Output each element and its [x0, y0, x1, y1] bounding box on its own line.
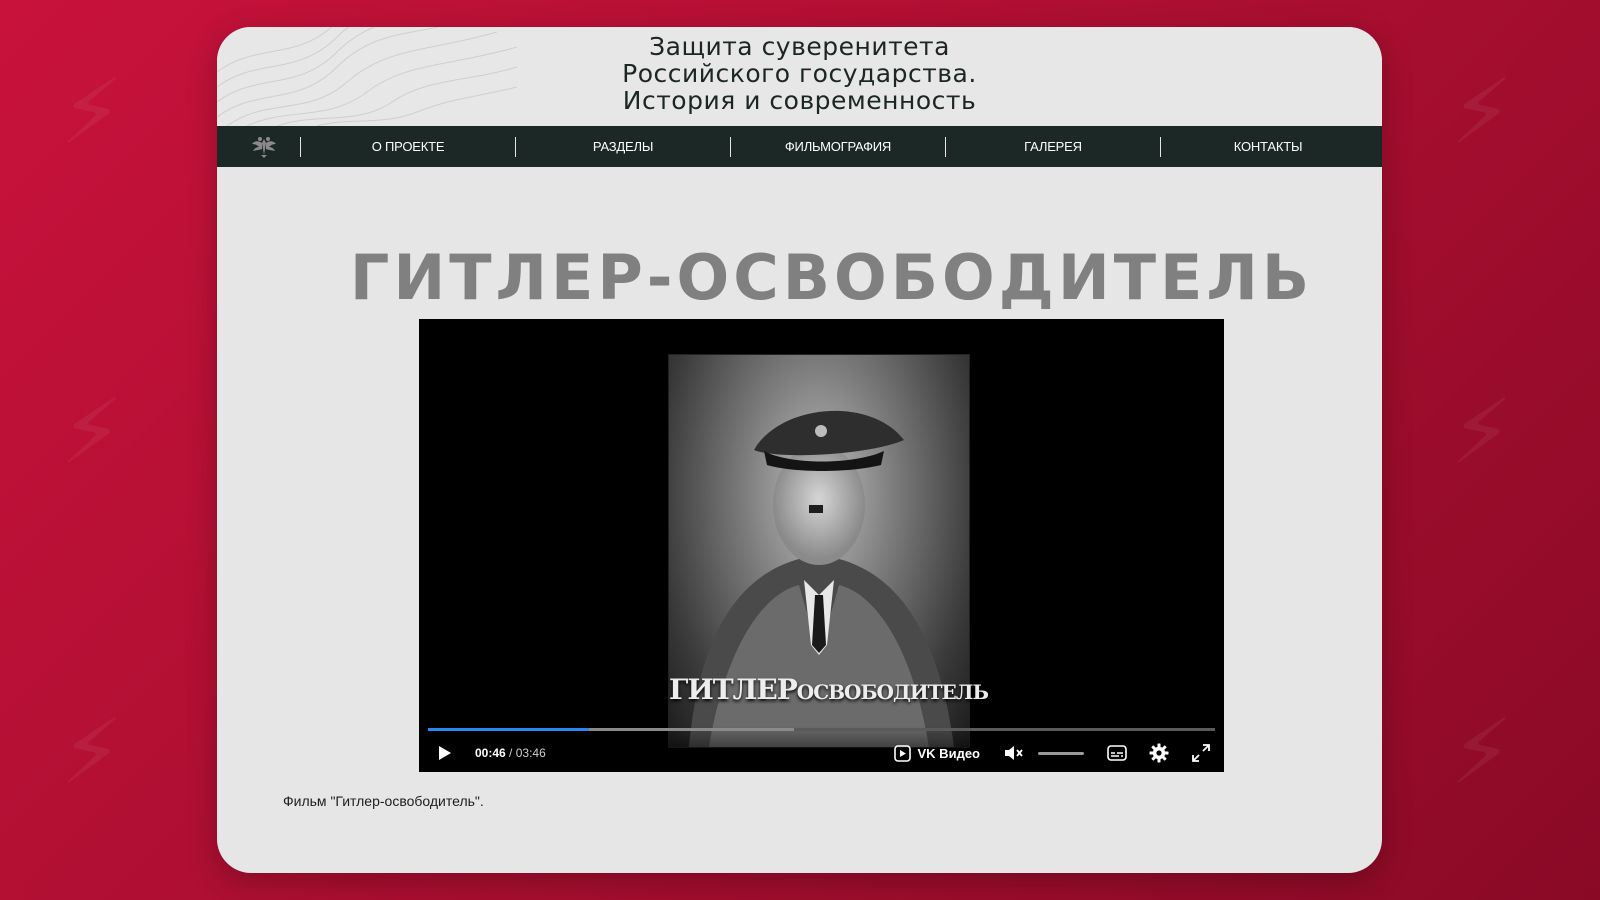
poster-title-small: ОСВОБОДИТЕЛЬ	[796, 680, 989, 704]
time-separator: /	[505, 746, 516, 760]
vk-video-button[interactable]: VK Видео	[893, 744, 980, 762]
poster-title: ГИТЛЕРОСВОБОДИТЕЛЬ	[669, 673, 989, 707]
background-bolt-icon: ⚡	[60, 380, 124, 485]
nav-item-filmography[interactable]: ФИЛЬМОГРАФИЯ	[731, 139, 945, 154]
site-title: Защита суверенитета Российского государс…	[217, 33, 1382, 114]
nav-item-sections[interactable]: РАЗДЕЛЫ	[516, 139, 730, 154]
main-nav: О ПРОЕКТЕ РАЗДЕЛЫ ФИЛЬМОГРАФИЯ ГАЛЕРЕЯ К…	[217, 126, 1382, 167]
nav-item-contacts[interactable]: КОНТАКТЫ	[1161, 139, 1375, 154]
background-bolt-icon: ⚡	[60, 60, 124, 165]
background-bolt-icon: ⚡	[1450, 380, 1514, 485]
current-time: 00:46	[475, 746, 506, 760]
time-display: 00:46 / 03:46	[475, 746, 546, 760]
progress-played	[428, 728, 590, 731]
background-bolt-icon: ⚡	[1450, 700, 1514, 805]
site-title-line: Российского государства.	[622, 59, 977, 88]
double-headed-eagle-icon	[251, 136, 276, 158]
settings-gear-icon[interactable]	[1148, 742, 1170, 764]
subtitles-icon[interactable]	[1106, 742, 1128, 764]
play-icon[interactable]	[435, 744, 453, 762]
volume-slider[interactable]	[1038, 751, 1084, 755]
background-bolt-icon: ⚡	[1450, 60, 1514, 165]
right-controls: VK Видео	[893, 742, 1212, 764]
nav-item-gallery[interactable]: ГАЛЕРЕЯ	[946, 139, 1160, 154]
volume-muted-icon[interactable]	[1002, 742, 1024, 764]
site-header: Защита суверенитета Российского государс…	[217, 27, 1382, 126]
player-controls: 00:46 / 03:46 VK Видео	[419, 726, 1224, 772]
vk-video-label: VK Видео	[917, 745, 980, 761]
progress-bar[interactable]	[428, 728, 1215, 731]
video-frame-poster: ГИТЛЕРОСВОБОДИТЕЛЬ	[669, 355, 989, 747]
fullscreen-icon[interactable]	[1190, 742, 1212, 764]
nav-logo[interactable]	[217, 126, 300, 167]
background-bolt-icon: ⚡	[60, 700, 124, 805]
poster-title-large: ГИТЛЕР	[669, 673, 798, 706]
site-title-line: Защита суверенитета	[649, 32, 950, 61]
page-title: ГИТЛЕР-ОСВОБОДИТЕЛЬ	[349, 241, 1314, 314]
duration: 03:46	[515, 746, 546, 760]
site-title-line: История и современность	[622, 86, 977, 115]
control-row: 00:46 / 03:46 VK Видео	[419, 734, 1224, 772]
video-caption: Фильм "Гитлер-освободитель".	[283, 793, 484, 809]
nav-item-about[interactable]: О ПРОЕКТЕ	[301, 139, 515, 154]
vk-video-icon	[893, 744, 911, 762]
page-card: Защита суверенитета Российского государс…	[217, 27, 1382, 873]
video-player[interactable]: ГИТЛЕРОСВОБОДИТЕЛЬ 00:46 / 03:46 VK Виде…	[419, 319, 1224, 772]
